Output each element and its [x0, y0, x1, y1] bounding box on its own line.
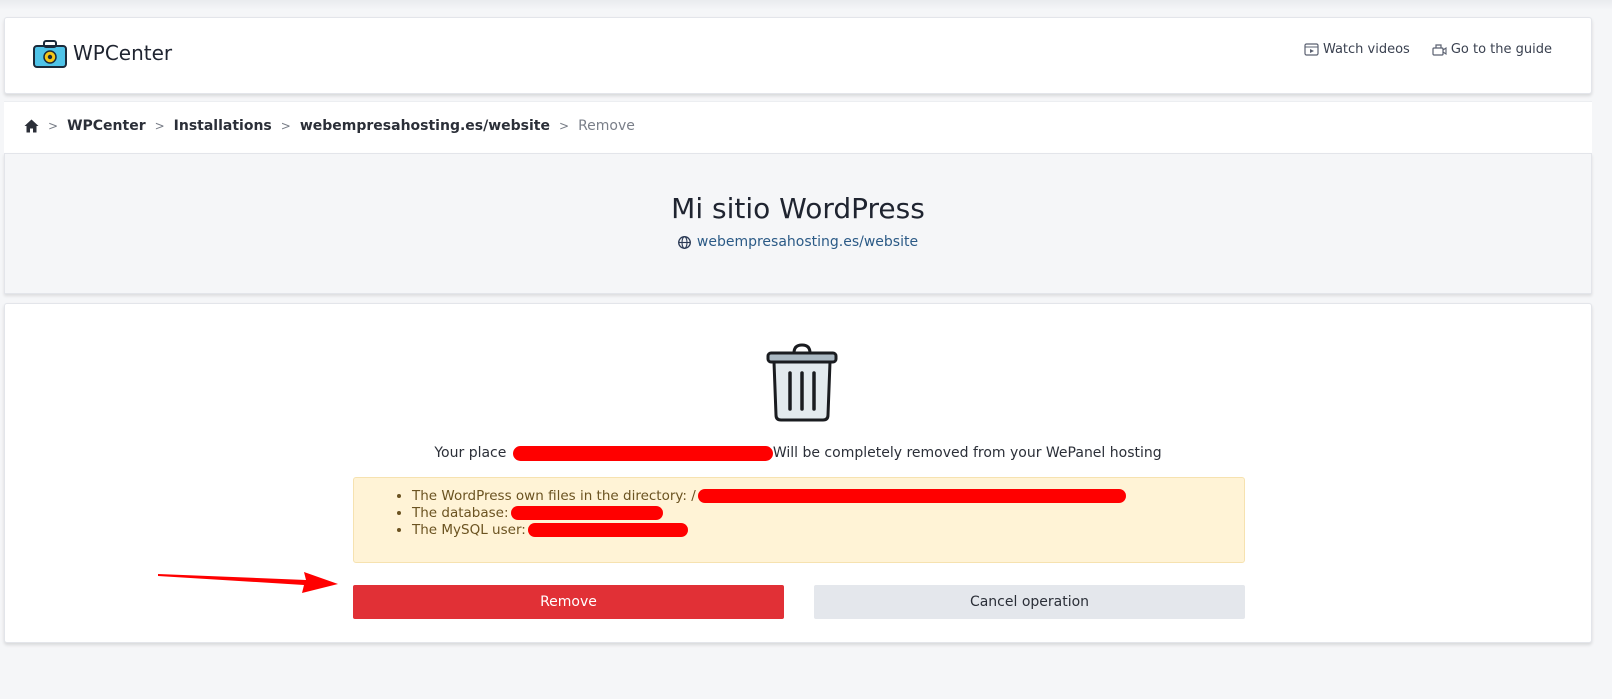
- app-logo[interactable]: WPCenter: [33, 38, 172, 68]
- breadcrumb-site[interactable]: webempresahosting.es/website: [300, 118, 550, 134]
- removal-notice: Your place Will be completely removed fr…: [5, 445, 1591, 461]
- removal-details: The WordPress own files in the directory…: [353, 477, 1245, 563]
- toolbox-gear-icon: [33, 40, 67, 68]
- header-links: Watch videos Go to the guide: [1282, 42, 1552, 57]
- database-label: The database:: [412, 505, 509, 521]
- watch-videos-label: Watch videos: [1322, 42, 1410, 57]
- video-icon: [1304, 43, 1319, 56]
- breadcrumb-current: Remove: [578, 118, 635, 134]
- go-to-guide-link[interactable]: Go to the guide: [1432, 42, 1552, 57]
- breadcrumb-separator: >: [559, 119, 570, 133]
- top-band: [0, 0, 1612, 10]
- watch-videos-link[interactable]: Watch videos: [1304, 42, 1410, 57]
- list-item: The MySQL user:: [412, 522, 1244, 539]
- go-to-guide-label: Go to the guide: [1450, 42, 1552, 57]
- site-url-text: webempresahosting.es/website: [696, 234, 919, 250]
- redaction-mark: [512, 445, 773, 461]
- remove-button[interactable]: Remove: [353, 585, 784, 619]
- site-panel: Mi sitio WordPress webempresahosting.es/…: [4, 153, 1592, 294]
- annotation-arrow-icon: [158, 572, 338, 593]
- notice-prefix: Your place: [434, 445, 507, 461]
- list-item: The database:: [412, 505, 1244, 522]
- cancel-operation-button[interactable]: Cancel operation: [814, 585, 1245, 619]
- globe-icon: [677, 235, 691, 249]
- site-title: Mi sitio WordPress: [671, 192, 925, 225]
- breadcrumb-separator: >: [48, 119, 59, 133]
- breadcrumb-installations[interactable]: Installations: [174, 118, 272, 134]
- breadcrumb-wpcenter[interactable]: WPCenter: [67, 118, 146, 134]
- breadcrumb-separator: >: [154, 119, 165, 133]
- redaction-mark: [697, 489, 1126, 503]
- breadcrumb-bar: > WPCenter > Installations > webempresah…: [4, 101, 1592, 153]
- app-header: WPCenter Watch videos Go to the guide: [4, 17, 1592, 94]
- trash-icon: [766, 343, 838, 422]
- breadcrumb-separator: >: [280, 119, 291, 133]
- site-url-link[interactable]: webempresahosting.es/website: [5, 234, 1591, 250]
- mysql-user-label: The MySQL user:: [412, 522, 526, 538]
- redaction-mark: [527, 523, 688, 537]
- home-icon[interactable]: [24, 119, 39, 133]
- guide-icon: [1432, 44, 1447, 56]
- app-name: WPCenter: [73, 41, 173, 65]
- redaction-mark: [510, 506, 663, 520]
- files-directory-label: The WordPress own files in the directory…: [412, 488, 696, 504]
- list-item: The WordPress own files in the directory…: [412, 488, 1244, 505]
- breadcrumb: > WPCenter > Installations > webempresah…: [24, 118, 635, 134]
- notice-suffix: Will be completely removed from your WeP…: [772, 445, 1162, 461]
